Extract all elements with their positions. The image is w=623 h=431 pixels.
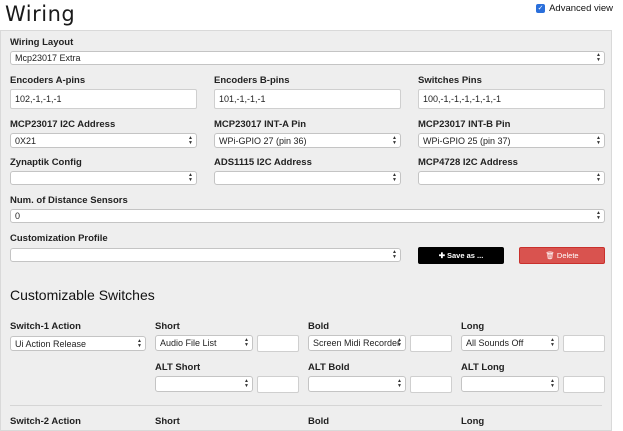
switch1-short-value: Audio File List [160, 338, 217, 348]
advanced-view-label: Advanced view [549, 3, 613, 14]
advanced-view-toggle[interactable]: ✓ Advanced view [536, 3, 613, 14]
switch1-long-param-input[interactable] [563, 335, 605, 352]
trash-icon: 🗑 [545, 251, 555, 260]
mcp23017-inta-select[interactable]: WPi-GPIO 27 (pin 36) ▲ ▼ [214, 133, 401, 148]
switches-pins-value: 100,-1,-1,-1,-1,-1,-1 [423, 94, 502, 104]
select-arrows-icon: ▲ ▼ [596, 172, 601, 183]
switch1-action-label: Switch-1 Action [10, 321, 81, 332]
switch1-action-select[interactable]: Ui Action Release ▲ ▼ [10, 336, 146, 351]
plus-icon: ✚ [438, 251, 445, 260]
switch1-alt-bold-select[interactable]: ▲ ▼ [308, 376, 406, 392]
select-arrows-icon: ▲ ▼ [397, 378, 402, 389]
select-arrows-icon: ▲ ▼ [596, 52, 601, 63]
mcp23017-inta-label: MCP23017 INT-A Pin [214, 119, 307, 130]
mcp23017-address-label: MCP23017 I2C Address [10, 119, 116, 130]
customization-profile-select[interactable]: ▲ ▼ [10, 248, 401, 262]
encoders-a-label: Encoders A-pins [10, 75, 86, 86]
encoders-b-value: 101,-1,-1,-1 [219, 94, 266, 104]
mcp23017-intb-label: MCP23017 INT-B Pin [418, 119, 511, 130]
switch1-alt-bold-param-input[interactable] [410, 376, 452, 393]
switch1-alt-long-label: ALT Long [461, 362, 505, 373]
mcp23017-address-select[interactable]: 0X21 ▲ ▼ [10, 133, 197, 148]
distance-sensors-label: Num. of Distance Sensors [10, 195, 128, 206]
save-as-label: Save as ... [447, 251, 484, 260]
switch1-long-label: Long [461, 321, 485, 332]
select-arrows-icon: ▲ ▼ [550, 378, 555, 389]
encoders-b-label: Encoders B-pins [214, 75, 290, 86]
switch1-short-param-input[interactable] [257, 335, 299, 352]
switch2-action-label: Switch-2 Action [10, 416, 81, 427]
switch1-short-select[interactable]: Audio File List ▲ ▼ [155, 335, 253, 351]
select-arrows-icon: ▲ ▼ [188, 172, 193, 183]
select-arrows-icon: ▲ ▼ [244, 337, 249, 348]
save-as-button[interactable]: ✚ Save as ... [418, 247, 504, 264]
customization-profile-label: Customization Profile [10, 233, 108, 244]
select-arrows-icon: ▲ ▼ [596, 134, 601, 146]
encoders-b-input[interactable]: 101,-1,-1,-1 [214, 89, 401, 109]
delete-label: Delete [556, 251, 579, 260]
mcp23017-intb-select[interactable]: WPi-GPIO 25 (pin 37) ▲ ▼ [418, 133, 605, 148]
switch1-alt-long-param-input[interactable] [563, 376, 605, 393]
switch1-alt-short-select[interactable]: ▲ ▼ [155, 376, 253, 392]
customizable-switches-title: Customizable Switches [10, 287, 155, 303]
switch1-alt-long-select[interactable]: ▲ ▼ [461, 376, 559, 392]
zynaptik-select[interactable]: ▲ ▼ [10, 171, 197, 185]
select-arrows-icon: ▲ ▼ [392, 134, 397, 146]
select-arrows-icon: ▲ ▼ [596, 210, 601, 221]
wiring-layout-value: Mcp23017 Extra [15, 53, 81, 63]
distance-sensors-value: 0 [15, 211, 21, 221]
switch1-bold-param-input[interactable] [410, 335, 452, 352]
switches-pins-label: Switches Pins [418, 75, 482, 86]
zynaptik-label: Zynaptik Config [10, 157, 82, 168]
switch1-action-value: Ui Action Release [15, 338, 87, 349]
select-arrows-icon: ▲ ▼ [392, 172, 397, 183]
switch1-short-label: Short [155, 321, 180, 332]
switch1-long-value: All Sounds Off [466, 338, 524, 348]
wiring-layout-select[interactable]: Mcp23017 Extra ▲ ▼ [10, 51, 605, 65]
switch1-bold-label: Bold [308, 321, 330, 332]
mcp4728-label: MCP4728 I2C Address [418, 157, 518, 168]
ads1115-label: ADS1115 I2C Address [214, 157, 312, 168]
select-arrows-icon: ▲ ▼ [397, 337, 402, 348]
encoders-a-input[interactable]: 102,-1,-1,-1 [10, 89, 197, 109]
switches-pins-input[interactable]: 100,-1,-1,-1,-1,-1,-1 [418, 89, 605, 109]
switch-divider [10, 405, 602, 406]
mcp4728-select[interactable]: ▲ ▼ [418, 171, 605, 185]
switch1-alt-short-param-input[interactable] [257, 376, 299, 393]
wiring-layout-label: Wiring Layout [10, 37, 74, 48]
delete-button[interactable]: 🗑 Delete [519, 247, 605, 264]
select-arrows-icon: ▲ ▼ [188, 134, 193, 146]
select-arrows-icon: ▲ ▼ [137, 337, 142, 349]
switch1-alt-short-label: ALT Short [155, 362, 201, 373]
select-arrows-icon: ▲ ▼ [550, 337, 555, 348]
switch1-alt-bold-label: ALT Bold [308, 362, 350, 373]
switch2-bold-label: Bold [308, 416, 330, 427]
mcp23017-inta-value: WPi-GPIO 27 (pin 36) [219, 135, 307, 146]
switch1-bold-select[interactable]: Screen Midi Recorder ▲ ▼ [308, 335, 406, 351]
switch2-long-label: Long [461, 416, 485, 427]
distance-sensors-select[interactable]: 0 ▲ ▼ [10, 209, 605, 223]
page-title: Wiring [5, 2, 76, 26]
select-arrows-icon: ▲ ▼ [244, 378, 249, 389]
switch1-bold-value: Screen Midi Recorder [313, 338, 401, 348]
encoders-a-value: 102,-1,-1,-1 [15, 94, 62, 104]
ads1115-select[interactable]: ▲ ▼ [214, 171, 401, 185]
switch1-long-select[interactable]: All Sounds Off ▲ ▼ [461, 335, 559, 351]
select-arrows-icon: ▲ ▼ [392, 249, 397, 260]
checkbox-icon[interactable]: ✓ [536, 4, 546, 13]
mcp23017-intb-value: WPi-GPIO 25 (pin 37) [423, 135, 511, 146]
switch2-short-label: Short [155, 416, 180, 427]
mcp23017-address-value: 0X21 [15, 135, 37, 146]
